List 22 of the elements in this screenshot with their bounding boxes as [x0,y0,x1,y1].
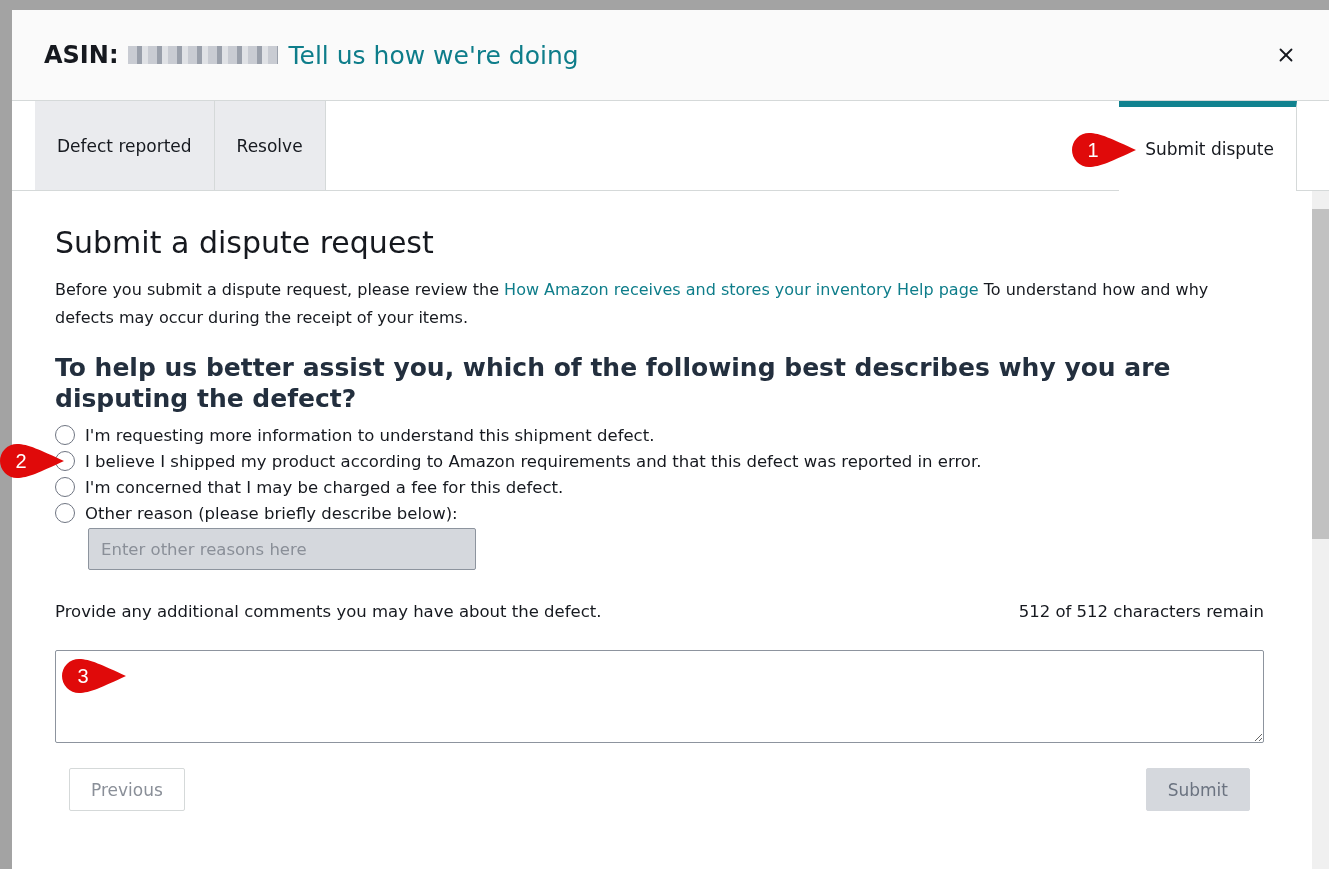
help-link[interactable]: How Amazon receives and stores your inventory Help page [504,280,979,299]
character-counter: 512 of 512 characters remain [1018,602,1264,621]
radio-button[interactable] [55,451,75,471]
callout-marker: 1 [1072,133,1136,167]
callout-marker: 2 [0,444,64,478]
tab[interactable]: Submit dispute [1119,101,1297,191]
callout-marker: 3 [62,659,126,693]
radio-option[interactable]: Other reason (please briefly describe below): [55,500,458,526]
radio-button[interactable] [55,503,75,523]
comments-field[interactable] [55,650,1264,743]
feedback-link[interactable]: Tell us how we're doing [288,40,579,70]
radio-button[interactable] [55,425,75,445]
asin-label: ASIN: [44,41,119,69]
page-heading: Submit a dispute request [55,225,435,260]
intro-text: Before you submit a dispute request, please review the How Amazon receives and stores your inventory Help page To understand how and why defects may occur during the receipt of your items. [55,279,1210,329]
question-heading: To help us better assist you, which of the following best describes why you are disputing the defect? [55,352,1172,414]
scrollbar[interactable] [1312,191,1329,869]
tab[interactable]: Defect reported [35,101,215,190]
scrollbar-thumb[interactable] [1312,209,1329,539]
comments-label: Provide any additional comments you may have about the defect. [55,602,602,621]
radio-button[interactable] [55,477,75,497]
tab[interactable]: Resolve [214,101,326,190]
